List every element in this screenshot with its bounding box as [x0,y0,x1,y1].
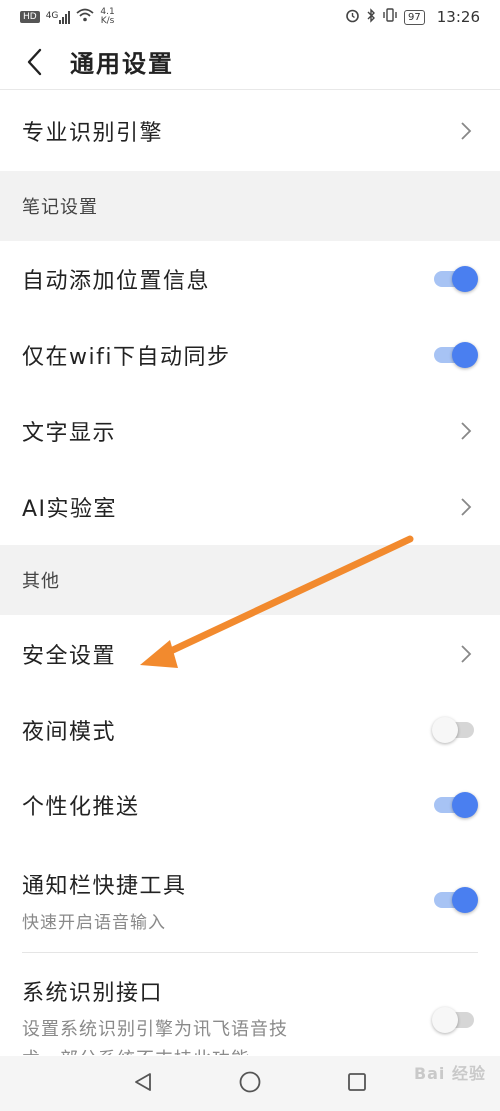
chevron-left-icon [27,48,42,75]
page-title: 通用设置 [70,50,174,78]
signal-icon: 4G [45,10,71,24]
section-header-note-settings: 笔记设置 [0,171,500,241]
setting-row-personalized-push: 个性化推送 [0,767,500,843]
nav-home-button[interactable] [238,1070,262,1098]
night-mode-toggle[interactable] [432,715,478,745]
setting-row-night-mode: 夜间模式 [0,693,500,767]
setting-row-recognition-engine[interactable]: 专业识别引擎 [0,91,500,171]
setting-row-text-display[interactable]: 文字显示 [0,393,500,469]
back-button[interactable] [0,34,70,90]
setting-label: 专业识别引擎 [22,121,164,146]
setting-text-group: 通知栏快捷工具 快速开启语音输入 [22,868,187,933]
notification-shortcut-toggle[interactable] [432,885,478,915]
square-recents-icon [348,1072,366,1091]
clock: 13:26 [436,8,480,26]
chevron-right-icon [454,419,478,443]
status-bar: HD 4G 4.1 K/s 97 13:26 [0,0,500,34]
vibrate-icon [382,8,398,26]
section-header-other: 其他 [0,545,500,615]
setting-label: 安全设置 [22,644,117,669]
setting-label: 自动添加位置信息 [22,269,211,294]
setting-row-system-recognition: 系统识别接口 设置系统识别引擎为讯飞语音技 术，部分系统不支持此功能 [0,965,500,1055]
triangle-back-icon [135,1072,151,1091]
setting-label: AI实验室 [22,497,118,522]
setting-label: 个性化推送 [22,795,140,820]
app-header: 通用设置 [0,34,500,90]
setting-label: 系统识别接口 [22,981,164,1006]
setting-row-notification-shortcut: 通知栏快捷工具 快速开启语音输入 [0,850,500,950]
auto-location-toggle[interactable] [432,264,478,294]
setting-row-ai-lab[interactable]: AI实验室 [0,469,500,545]
setting-row-wifi-sync: 仅在wifi下自动同步 [0,317,500,393]
setting-label: 夜间模式 [22,720,117,745]
circle-home-icon [239,1071,261,1092]
baidu-watermark: Bai 经验 [413,1064,486,1083]
bluetooth-icon [366,7,376,27]
chevron-right-icon [454,495,478,519]
nav-recents-button[interactable] [346,1071,368,1097]
setting-description-line2: 术，部分系统不支持此功能 [22,1045,288,1055]
battery-indicator: 97 [404,9,425,25]
system-recognition-toggle[interactable] [432,1005,478,1035]
wifi-sync-toggle[interactable] [432,340,478,370]
setting-text-group: 系统识别接口 设置系统识别引擎为讯飞语音技 术，部分系统不支持此功能 [22,965,288,1055]
status-bar-right: 97 13:26 [345,7,480,27]
setting-label: 通知栏快捷工具 [22,873,187,899]
network-speed: 4.1 K/s [100,8,114,26]
setting-description-line1: 设置系统识别引擎为讯飞语音技 [22,1019,288,1040]
status-bar-left: HD 4G 4.1 K/s [20,8,115,26]
chevron-right-icon [454,642,478,666]
hd-badge: HD [20,11,40,23]
setting-row-security[interactable]: 安全设置 [0,615,500,693]
chevron-right-icon [454,119,478,143]
speed-unit: K/s [100,16,115,26]
row-divider [22,952,478,953]
setting-label: 文字显示 [22,421,117,446]
setting-row-auto-location: 自动添加位置信息 [0,241,500,317]
personalized-push-toggle[interactable] [432,790,478,820]
setting-label: 仅在wifi下自动同步 [22,345,231,370]
alarm-icon [345,8,360,27]
wifi-icon [76,8,94,26]
setting-description: 快速开启语音输入 [22,912,166,933]
nav-back-button[interactable] [132,1071,154,1097]
network-type: 4G [45,10,59,21]
